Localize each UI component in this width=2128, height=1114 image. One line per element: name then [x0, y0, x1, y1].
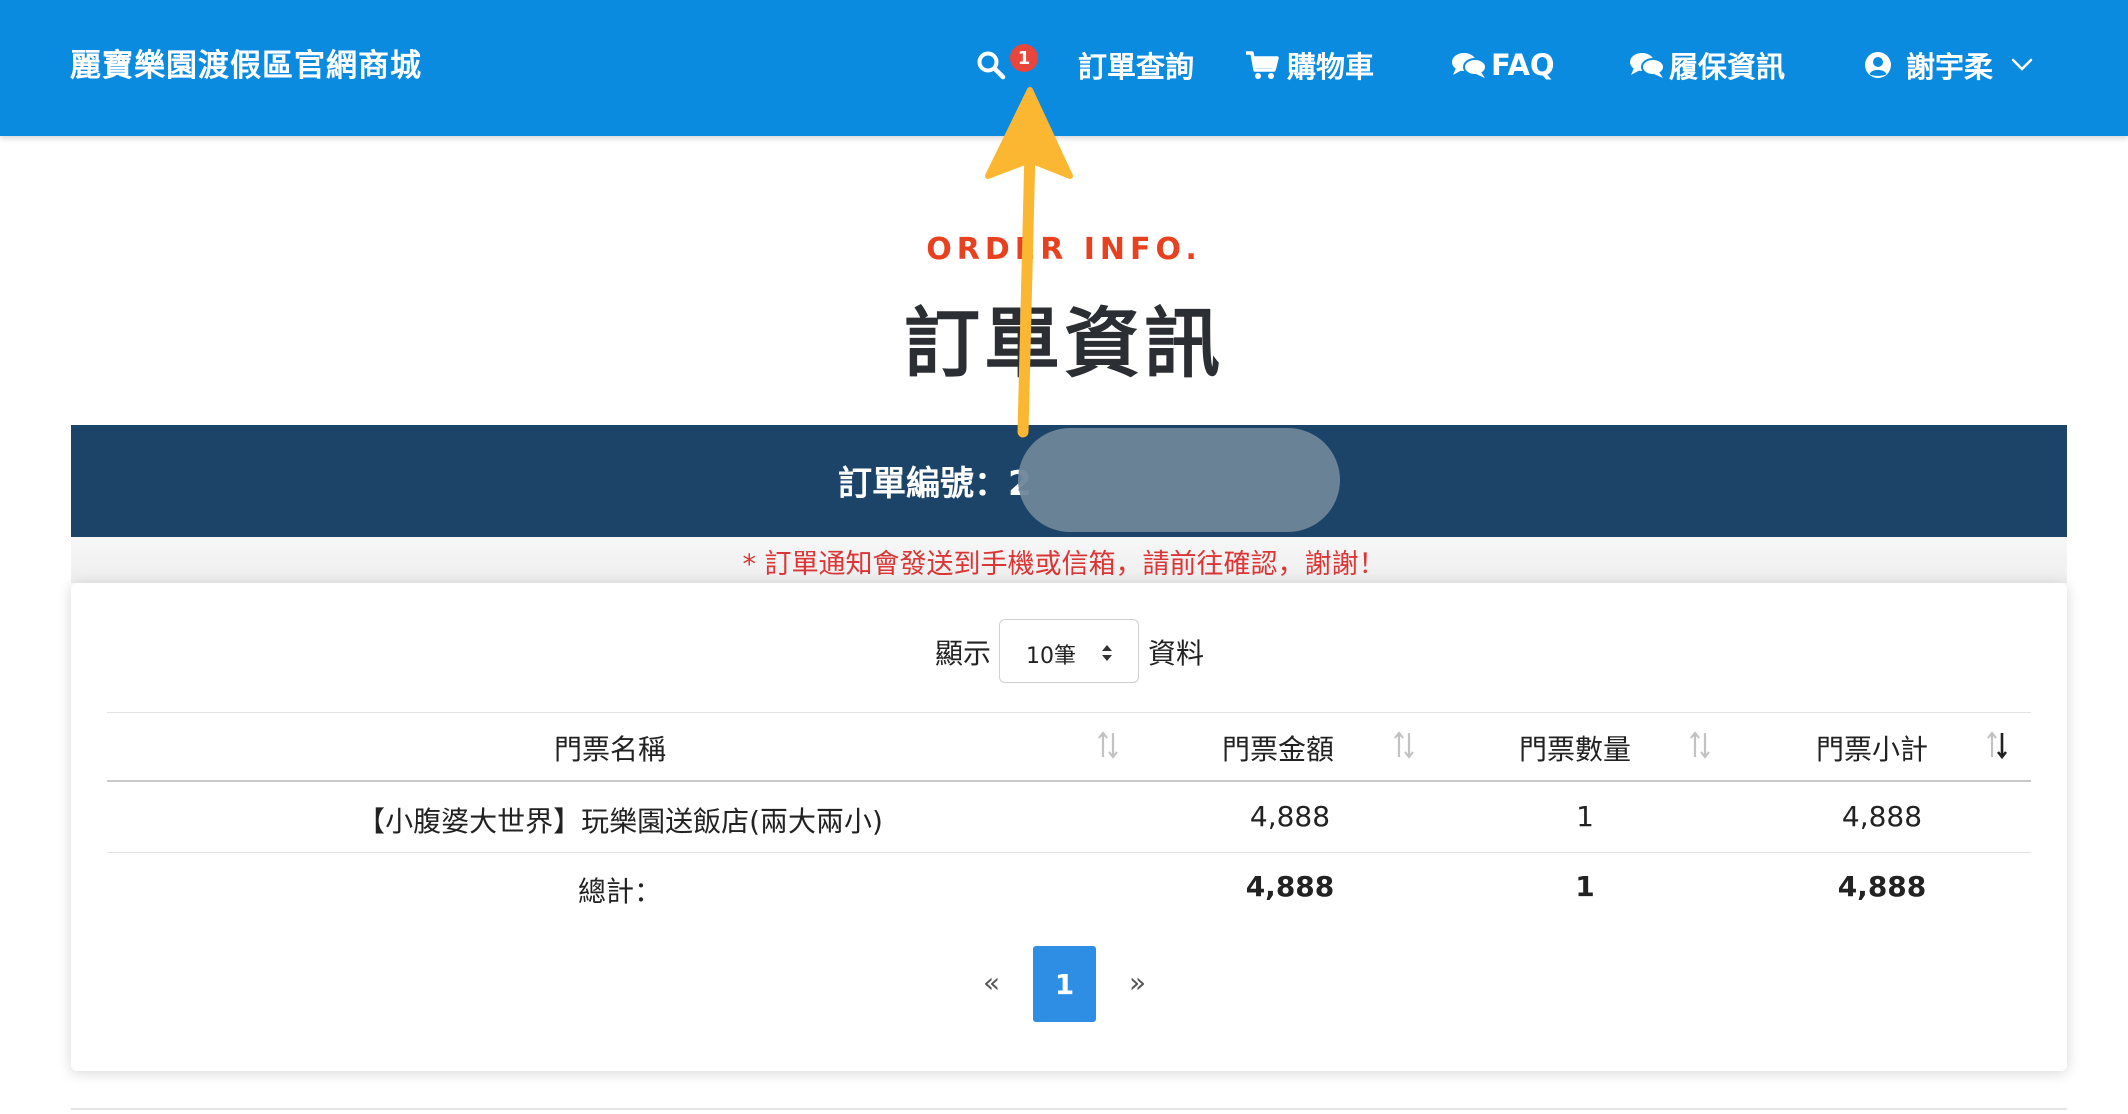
sort-both-icon[interactable] [1689, 730, 1711, 764]
show-label: 顯示 [935, 637, 992, 670]
cell-ticket-qty: 1 [1576, 800, 1594, 833]
sort-desc-icon[interactable] [1986, 730, 2008, 764]
col-header-ticket-subtotal[interactable]: 門票小計 [1762, 728, 1982, 768]
pagination-next[interactable]: » [1129, 966, 1146, 999]
section-subtitle: ORDER INFO. [926, 232, 1202, 267]
table-top-border [107, 712, 2031, 713]
nav-faq[interactable]: FAQ [1451, 40, 1555, 90]
sort-both-icon[interactable] [1097, 730, 1119, 764]
total-price: 4,888 [1245, 870, 1335, 903]
search-icon [976, 50, 1006, 80]
table-header-border [107, 780, 2031, 782]
redaction-overlay [1018, 428, 1340, 532]
order-notice-text: * 訂單通知會發送到手機或信箱，請前往確認，謝謝！ [742, 549, 1386, 580]
col-header-ticket-price[interactable]: 門票金額 [1168, 728, 1388, 768]
pagination-prev[interactable]: « [983, 966, 1000, 999]
nav-warranty[interactable]: 履保資訊 [1629, 40, 1785, 90]
total-qty: 1 [1575, 870, 1595, 903]
order-number-label: 訂單編號：2 [838, 464, 1032, 504]
nav-order-lookup[interactable]: 訂單查詢 [976, 40, 1194, 90]
nav-warranty-label: 履保資訊 [1669, 50, 1786, 84]
chevron-down-icon [2011, 58, 2033, 72]
nav-user-menu[interactable]: 謝宇柔 [1864, 40, 2033, 90]
page-size-value: 10筆 [1026, 644, 1076, 669]
user-circle-icon [1864, 51, 1892, 79]
chat-bubbles-icon [1451, 51, 1487, 79]
cell-ticket-name: 【小腹婆大世界】玩樂園送飯店(兩大兩小) [357, 805, 883, 838]
cell-ticket-subtotal: 4,888 [1841, 800, 1923, 833]
records-label: 資料 [1148, 637, 1205, 670]
nav-faq-label: FAQ [1491, 48, 1555, 82]
pagination-page-1[interactable]: 1 [1033, 946, 1096, 1022]
user-name: 謝宇柔 [1906, 50, 1994, 84]
site-brand[interactable]: 麗寶樂園渡假區官網商城 [70, 40, 422, 85]
bottom-divider [71, 1108, 2067, 1110]
select-caret-icon [1100, 642, 1114, 668]
cart-icon [1245, 50, 1279, 80]
total-subtotal: 4,888 [1837, 870, 1927, 903]
order-count-badge: 1 [1010, 44, 1038, 72]
sort-both-icon[interactable] [1393, 730, 1415, 764]
cell-ticket-price: 4,888 [1249, 800, 1331, 833]
col-header-ticket-name[interactable]: 門票名稱 [480, 728, 740, 768]
total-label: 總計： [577, 875, 662, 908]
nav-order-lookup-label: 訂單查詢 [1078, 50, 1195, 84]
nav-cart[interactable]: 購物車 [1245, 40, 1374, 90]
table-row-divider [107, 852, 2031, 853]
chat-bubbles-icon [1629, 51, 1665, 79]
col-header-ticket-qty[interactable]: 門票數量 [1465, 728, 1685, 768]
page-title: 訂單資訊 [904, 299, 1224, 388]
page-size-select[interactable]: 10筆 [999, 619, 1139, 683]
nav-cart-label: 購物車 [1287, 50, 1375, 84]
